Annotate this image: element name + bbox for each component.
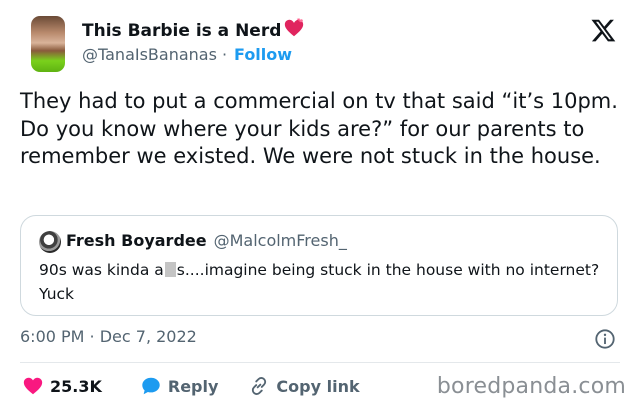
link-icon: [252, 377, 267, 395]
tweet-actions: 25.3K Reply Copy link: [22, 372, 360, 400]
heart-emoji-icon: [285, 18, 304, 37]
quoted-author-name: Fresh Boyardee: [66, 231, 207, 250]
censored-block: [164, 262, 176, 277]
like-button[interactable]: 25.3K: [22, 375, 102, 397]
divider: [20, 362, 620, 363]
quoted-author-handle: @MalcolmFresh_: [213, 231, 347, 250]
quoted-tweet-text: 90s was kinda a s....imagine being stuck …: [39, 258, 604, 306]
quoted-author-row: Fresh Boyardee @MalcolmFresh_: [66, 231, 347, 250]
tweet-text: They had to put a commercial on tv that …: [20, 89, 618, 168]
x-logo-icon[interactable]: [590, 17, 617, 43]
quoted-text-before: 90s was kinda a: [39, 261, 164, 279]
follow-button[interactable]: Follow: [234, 45, 292, 64]
reply-button[interactable]: Reply: [140, 375, 219, 397]
copy-link-button[interactable]: Copy link: [248, 375, 360, 397]
copy-link-label: Copy link: [276, 376, 360, 396]
quoted-author-avatar: [39, 231, 61, 253]
boredpanda-watermark: boredpanda.com: [436, 374, 626, 399]
like-count: 25.3K: [50, 376, 102, 396]
author-name-row: This Barbie is a Nerd: [82, 18, 305, 44]
quoted-tweet-card[interactable]: Fresh Boyardee @MalcolmFresh_ 90s was ki…: [20, 215, 618, 316]
info-icon[interactable]: [594, 328, 616, 350]
handle-separator: ·: [221, 45, 228, 64]
author-display-name[interactable]: This Barbie is a Nerd: [82, 21, 281, 41]
like-heart-icon: [23, 377, 43, 395]
tweet-timestamp[interactable]: 6:00 PM · Dec 7, 2022: [20, 327, 197, 346]
author-handle-row: @TanaIsBananas · Follow: [82, 45, 292, 64]
reply-label: Reply: [167, 376, 219, 396]
author-avatar[interactable]: [31, 16, 65, 72]
author-handle[interactable]: @TanaIsBananas: [82, 45, 217, 64]
reply-bubble-icon: [142, 377, 160, 395]
